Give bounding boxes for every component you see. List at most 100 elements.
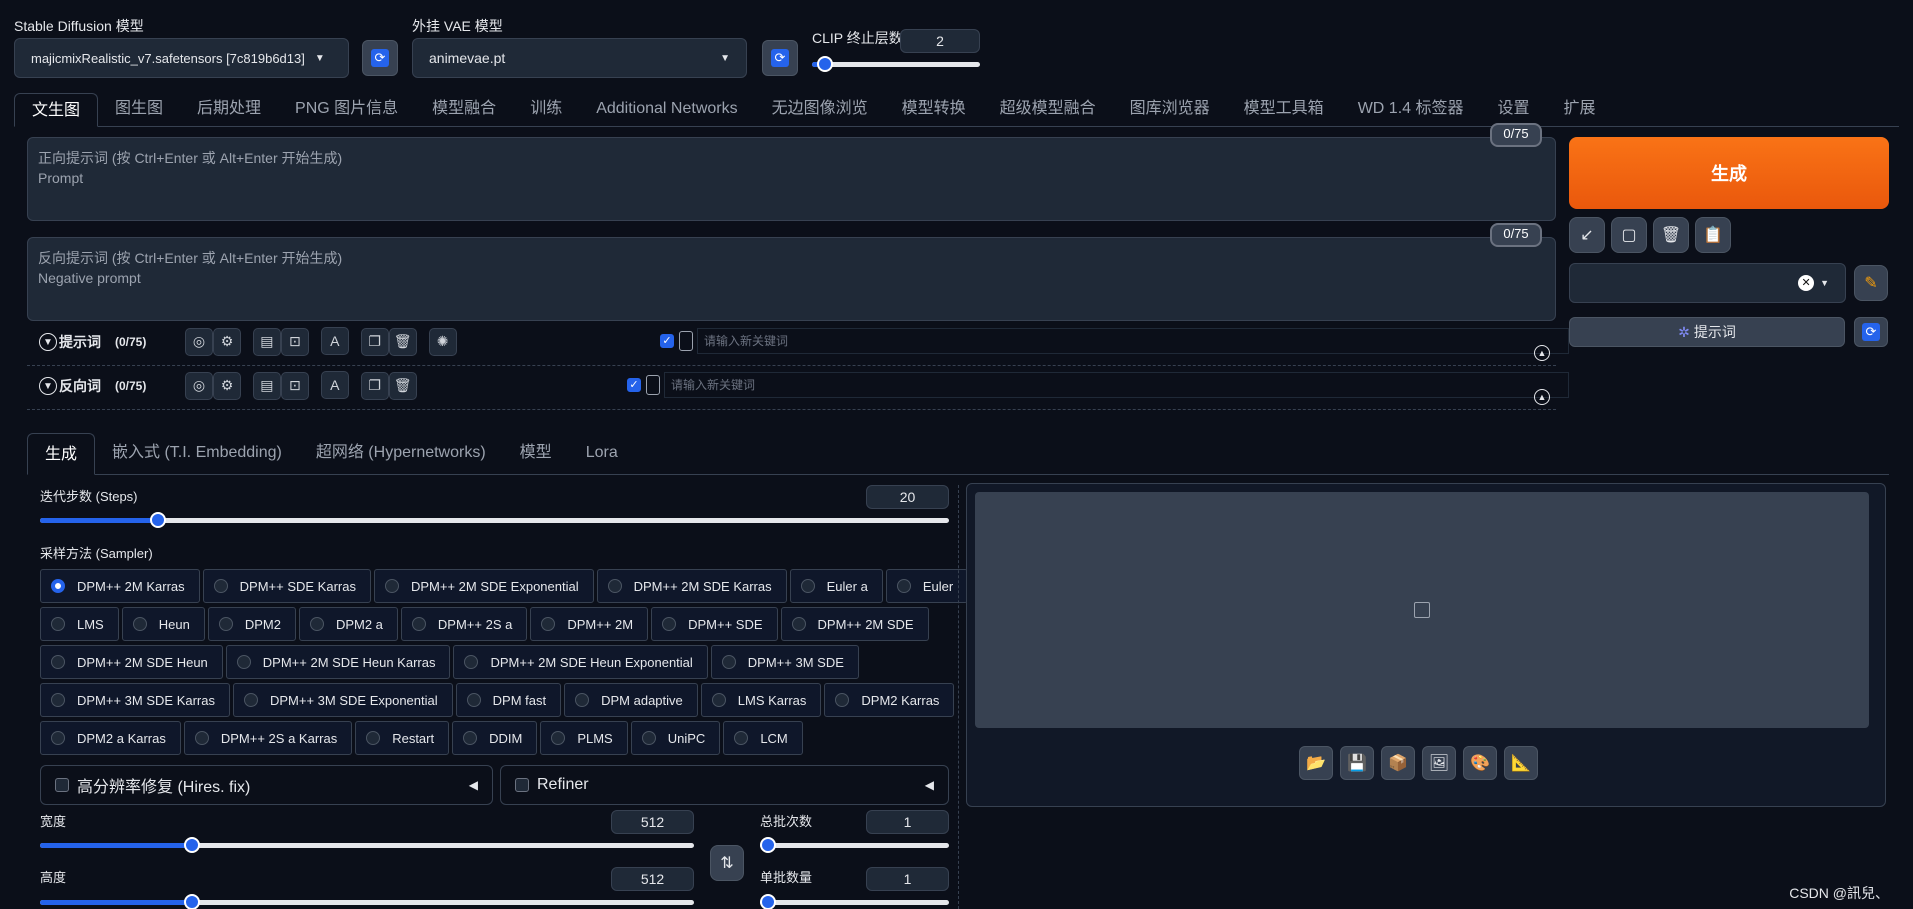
chevron-up-icon[interactable]: ▲	[1534, 389, 1550, 405]
sampler-option[interactable]: LCM	[723, 721, 803, 755]
send-to-extras-icon[interactable]: 📐	[1504, 746, 1538, 780]
sampler-option[interactable]: DPM adaptive	[564, 683, 698, 717]
generate-button[interactable]: 生成	[1569, 137, 1889, 209]
refiner-checkbox[interactable]	[515, 778, 529, 792]
steps-slider[interactable]	[40, 509, 949, 531]
bookmark-icon[interactable]: ⊡	[280, 371, 309, 400]
clip-input[interactable]: 2	[900, 29, 980, 53]
prompt-helper-button[interactable]: ✲ 提示词	[1569, 317, 1845, 347]
height-slider[interactable]	[40, 891, 694, 909]
tab-gallery[interactable]: 图库浏览器	[1113, 92, 1227, 126]
gear-icon[interactable]: ⚙	[213, 371, 241, 400]
styles-dropdown[interactable]: ✕ ▼	[1569, 263, 1846, 303]
sampler-option[interactable]: DPM++ 2M Karras	[40, 569, 200, 603]
translate-icon[interactable]: ◎	[185, 327, 213, 356]
sampler-option[interactable]: Heun	[121, 607, 205, 641]
sampler-option[interactable]: DPM++ 2M SDE Heun	[40, 645, 223, 679]
copy-icon[interactable]: ❐	[360, 327, 389, 356]
copy-icon[interactable]: ❐	[360, 371, 389, 400]
tab-model-convert[interactable]: 模型转换	[885, 92, 983, 126]
sampler-option[interactable]: DPM++ 2M SDE Heun Karras	[225, 645, 451, 679]
collapse-icon[interactable]: ▼	[39, 377, 57, 395]
sampler-option[interactable]: DPM++ 2M	[530, 607, 649, 641]
arrow-icon[interactable]: ↙	[1569, 217, 1605, 253]
sampler-option[interactable]: LMS	[40, 607, 119, 641]
sampler-option[interactable]: DPM++ 3M SDE	[710, 645, 859, 679]
width-input[interactable]: 512	[611, 810, 694, 834]
tab-infinite-browser[interactable]: 无边图像浏览	[755, 92, 885, 126]
clear-icon[interactable]: ✕	[1798, 275, 1815, 291]
sampler-option[interactable]: UniPC	[630, 721, 721, 755]
chevron-up-icon[interactable]: ▲	[1534, 345, 1550, 361]
ai-icon[interactable]: ✺	[428, 327, 457, 356]
sampler-option[interactable]: DPM++ 3M SDE Exponential	[233, 683, 453, 717]
tab-wd-tagger[interactable]: WD 1.4 标签器	[1341, 92, 1481, 126]
gear-icon[interactable]: ⚙	[213, 327, 241, 356]
translate-icon[interactable]: ◎	[185, 371, 213, 400]
refresh-button[interactable]: ⟳	[1854, 317, 1888, 347]
tab-generate[interactable]: 生成	[27, 433, 96, 475]
sampler-option[interactable]: Euler	[885, 569, 969, 603]
clipboard-icon[interactable]: 📋	[1695, 217, 1731, 253]
tab-png-info[interactable]: PNG 图片信息	[278, 92, 415, 126]
refiner-accordion[interactable]: Refiner ◀	[500, 765, 949, 805]
tab-model-toolkit[interactable]: 模型工具箱	[1227, 92, 1341, 126]
text-icon[interactable]: A	[320, 371, 349, 399]
tab-additional-networks[interactable]: Additional Networks	[579, 92, 754, 126]
bookmark-icon[interactable]: ⊡	[280, 327, 309, 356]
sampler-option[interactable]: DPM++ 2M SDE Karras	[596, 569, 787, 603]
batch-count-input[interactable]: 1	[866, 810, 949, 834]
width-slider[interactable]	[40, 834, 694, 856]
tab-lora[interactable]: Lora	[569, 432, 635, 474]
save-icon[interactable]: 💾	[1340, 746, 1374, 780]
sampler-option[interactable]: PLMS	[540, 721, 628, 755]
history-icon[interactable]: ▤	[252, 327, 281, 356]
tab-txt2img[interactable]: 文生图	[14, 93, 99, 127]
tab-models[interactable]: 模型	[503, 432, 569, 474]
zip-icon[interactable]: 📦	[1381, 746, 1415, 780]
prompt-textarea[interactable]: 正向提示词 (按 Ctrl+Enter 或 Alt+Enter 开始生成) Pr…	[27, 137, 1556, 221]
height-input[interactable]: 512	[611, 867, 694, 891]
trash-icon[interactable]: 🗑	[388, 371, 417, 400]
send-to-inpaint-icon[interactable]: 🎨	[1463, 746, 1497, 780]
sampler-option[interactable]: DPM2 a Karras	[40, 721, 181, 755]
tab-extras[interactable]: 后期处理	[180, 92, 278, 126]
negative-prompt-textarea[interactable]: 反向提示词 (按 Ctrl+Enter 或 Alt+Enter 开始生成) Ne…	[27, 237, 1556, 321]
trash-icon[interactable]: 🗑	[1653, 217, 1689, 253]
sampler-option[interactable]: LMS Karras	[700, 683, 822, 717]
collapse-icon[interactable]: ▼	[39, 333, 57, 351]
sampler-option[interactable]: DPM++ SDE	[651, 607, 778, 641]
pencil-icon[interactable]: ✎	[1854, 265, 1888, 301]
hires-fix-accordion[interactable]: 高分辨率修复 (Hires. fix) ◀	[40, 765, 493, 805]
tab-train[interactable]: 训练	[513, 92, 579, 126]
folder-icon[interactable]: 📂	[1299, 746, 1333, 780]
tab-extensions[interactable]: 扩展	[1547, 92, 1613, 126]
keyword-checkbox[interactable]: ✓	[627, 378, 641, 392]
sampler-option[interactable]: DPM++ 2M SDE Heun Exponential	[453, 645, 708, 679]
sampler-option[interactable]: DDIM	[452, 721, 538, 755]
history-icon[interactable]: ▤	[252, 371, 281, 400]
sampler-option[interactable]: DPM++ SDE Karras	[202, 569, 371, 603]
swap-dimensions-icon[interactable]: ⇅	[710, 845, 744, 881]
text-icon[interactable]: A	[320, 327, 349, 355]
sampler-option[interactable]: DPM++ 2M SDE	[780, 607, 929, 641]
send-to-img2img-icon[interactable]: 🖼	[1422, 746, 1456, 780]
tab-hypernetworks[interactable]: 超网络 (Hypernetworks)	[299, 432, 503, 474]
sampler-option[interactable]: DPM++ 2S a Karras	[183, 721, 353, 755]
sampler-option[interactable]: DPM fast	[455, 683, 562, 717]
sd-model-dropdown[interactable]: majicmixRealistic_v7.safetensors [7c819b…	[14, 38, 349, 78]
sampler-option[interactable]: DPM++ 2M SDE Exponential	[373, 569, 594, 603]
steps-input[interactable]: 20	[866, 485, 949, 509]
batch-size-input[interactable]: 1	[866, 867, 949, 891]
tab-merge[interactable]: 模型融合	[415, 92, 513, 126]
vae-dropdown[interactable]: animevae.pt ▼	[412, 38, 747, 78]
positive-keyword-input[interactable]: 请输入新关键词	[697, 328, 1569, 354]
sampler-option[interactable]: Restart	[355, 721, 450, 755]
tab-settings[interactable]: 设置	[1480, 92, 1546, 126]
tab-embedding[interactable]: 嵌入式 (T.I. Embedding)	[95, 432, 299, 474]
sampler-option[interactable]: Euler a	[789, 569, 883, 603]
sampler-option[interactable]: DPM2	[207, 607, 296, 641]
trash-icon[interactable]: 🗑	[388, 327, 417, 356]
negative-keyword-input[interactable]: 请输入新关键词	[664, 372, 1569, 398]
sampler-option[interactable]: DPM2 a	[298, 607, 398, 641]
